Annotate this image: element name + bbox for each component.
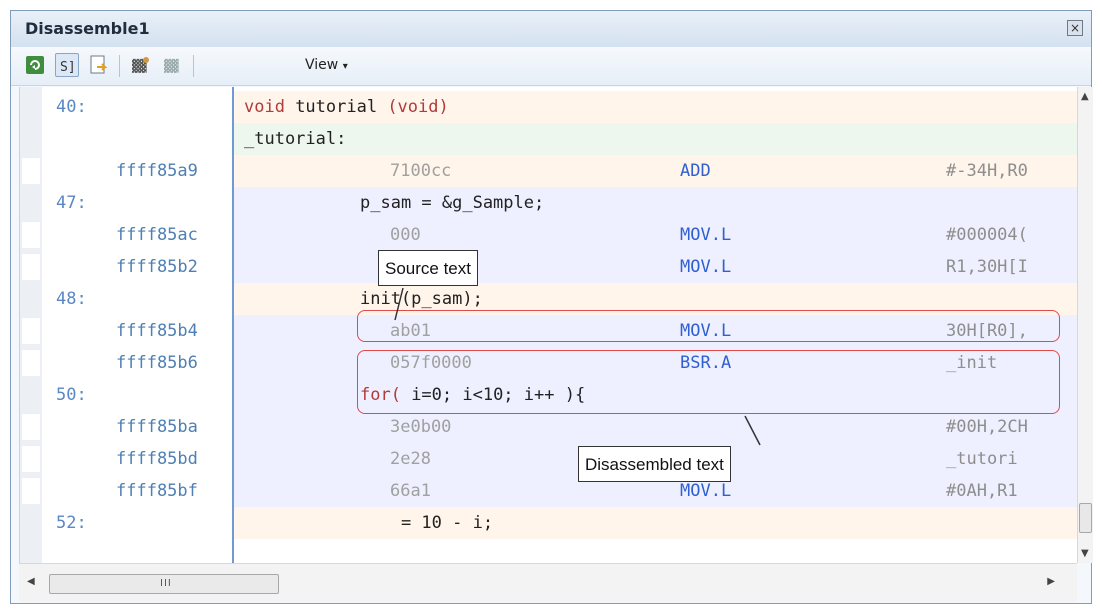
callout-pointers xyxy=(394,287,761,446)
disassembled-text-callout: Disassembled text xyxy=(578,446,731,482)
source-text-callout: Source text xyxy=(378,250,478,286)
